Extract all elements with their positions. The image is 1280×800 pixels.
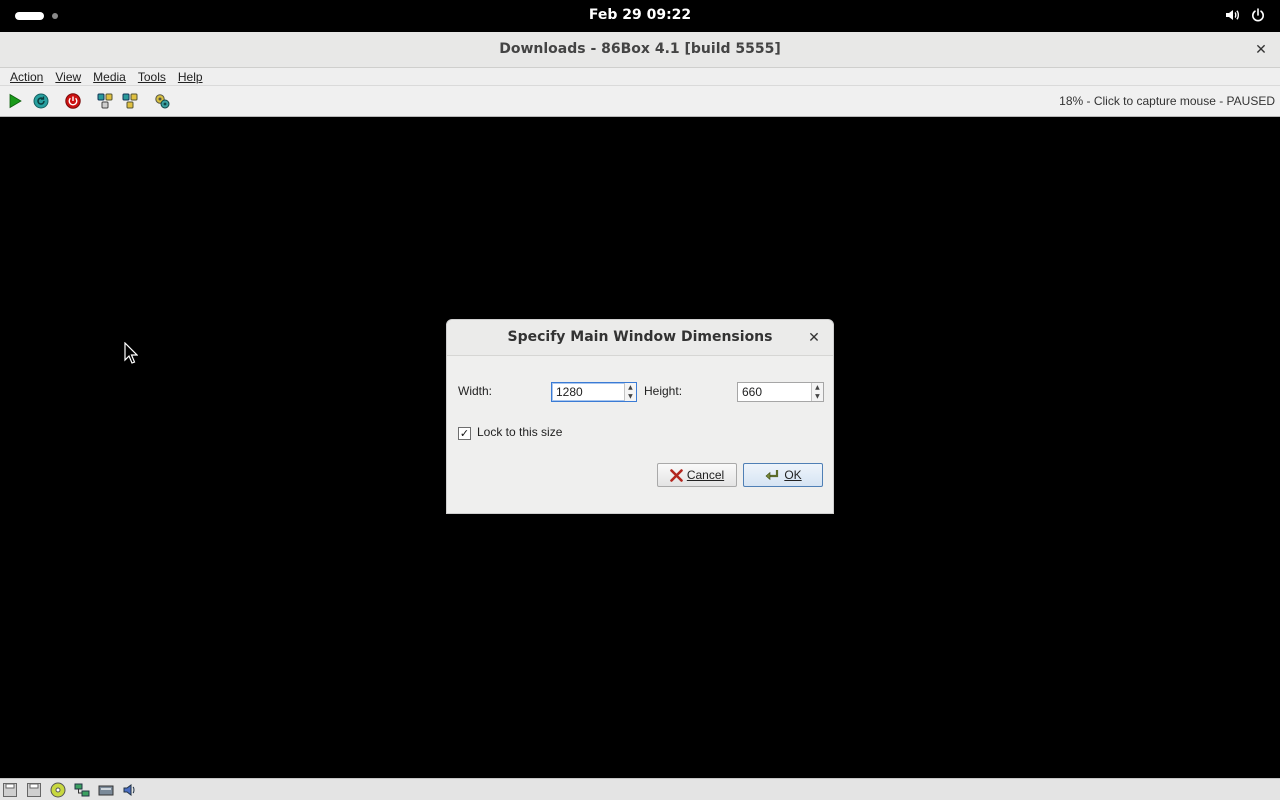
- hard-reset-button[interactable]: [32, 92, 50, 110]
- window-titlebar[interactable]: Downloads - 86Box 4.1 [build 5555] ✕: [0, 32, 1280, 68]
- menu-media[interactable]: Media: [87, 70, 132, 84]
- height-spinbox[interactable]: ▲ ▼: [737, 382, 824, 402]
- floppy-1-icon[interactable]: [2, 782, 18, 798]
- power-icon: [1252, 8, 1264, 22]
- ok-label: OK: [784, 468, 802, 482]
- enter-arrow-icon: [765, 469, 779, 480]
- status-bar: [0, 778, 1280, 800]
- lock-size-checkbox[interactable]: ✓: [458, 427, 471, 440]
- lock-size-label[interactable]: Lock to this size: [477, 425, 562, 439]
- activities-button[interactable]: [15, 12, 58, 20]
- clock[interactable]: Feb 29 09:22: [589, 7, 691, 23]
- window-title: Downloads - 86Box 4.1 [build 5555]: [499, 41, 781, 57]
- checkmark-icon: ✓: [459, 427, 470, 440]
- close-icon: ✕: [1255, 42, 1267, 58]
- reset-icon: [33, 93, 49, 109]
- play-icon: [9, 93, 22, 109]
- toolbar: 18% - Click to capture mouse - PAUSED: [0, 86, 1280, 117]
- mouse-cursor-icon: [124, 342, 138, 364]
- sound-icon[interactable]: [122, 782, 138, 798]
- ctrl-alt-del-button[interactable]: [96, 92, 114, 110]
- system-top-bar: Feb 29 09:22: [0, 0, 1280, 32]
- power-off-icon: [65, 93, 81, 109]
- width-spinbox[interactable]: ▲ ▼: [551, 382, 637, 402]
- dialog-title: Specify Main Window Dimensions: [507, 329, 773, 345]
- height-increment-icon[interactable]: ▲: [812, 383, 823, 392]
- dialog-close-button[interactable]: ✕: [805, 329, 823, 347]
- window-close-button[interactable]: ✕: [1252, 41, 1270, 59]
- hdd-icon[interactable]: [98, 782, 114, 798]
- height-label: Height:: [644, 384, 683, 398]
- cancel-label: Cancel: [686, 468, 725, 482]
- width-label: Width:: [458, 384, 493, 398]
- play-button[interactable]: [6, 92, 24, 110]
- height-input[interactable]: [738, 383, 811, 401]
- volume-icon: [1226, 10, 1239, 20]
- width-increment-icon[interactable]: ▲: [625, 383, 636, 392]
- settings-button[interactable]: [153, 92, 171, 110]
- ok-button[interactable]: OK: [743, 463, 823, 487]
- dialog-titlebar[interactable]: Specify Main Window Dimensions ✕: [447, 320, 833, 356]
- ctrl-alt-esc-button[interactable]: [121, 92, 139, 110]
- workspace-active-indicator: [15, 12, 44, 20]
- height-decrement-icon[interactable]: ▼: [812, 392, 823, 401]
- window-dimensions-dialog: Specify Main Window Dimensions ✕ Width: …: [446, 319, 834, 514]
- height-spin-arrows[interactable]: ▲ ▼: [810, 383, 823, 401]
- floppy-2-icon[interactable]: [26, 782, 42, 798]
- width-input[interactable]: [552, 383, 624, 401]
- cdrom-icon[interactable]: [50, 782, 66, 798]
- menu-view[interactable]: View: [49, 70, 87, 84]
- system-menu[interactable]: [1224, 7, 1266, 23]
- menu-bar: Action View Media Tools Help: [0, 68, 1280, 86]
- network-icon[interactable]: [74, 782, 90, 798]
- cancel-x-icon: [670, 468, 683, 482]
- menu-help[interactable]: Help: [172, 70, 209, 84]
- menu-tools[interactable]: Tools: [132, 70, 172, 84]
- ctrl-alt-del-icon: [97, 93, 113, 109]
- width-decrement-icon[interactable]: ▼: [625, 392, 636, 401]
- close-icon: ✕: [808, 330, 820, 346]
- force-shutdown-button[interactable]: [64, 92, 82, 110]
- status-message[interactable]: 18% - Click to capture mouse - PAUSED: [1059, 94, 1275, 108]
- workspace-inactive-indicator: [52, 13, 58, 19]
- width-spin-arrows[interactable]: ▲ ▼: [623, 383, 636, 401]
- ctrl-alt-esc-icon: [122, 93, 138, 109]
- settings-icon: [155, 94, 170, 109]
- menu-action[interactable]: Action: [4, 70, 49, 84]
- cancel-button[interactable]: Cancel: [657, 463, 737, 487]
